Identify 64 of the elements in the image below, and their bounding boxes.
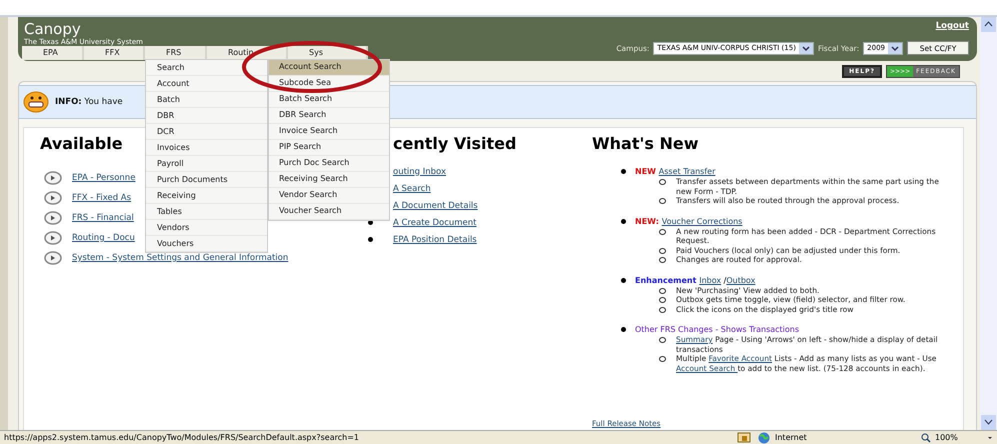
news-title: NEW: Voucher Corrections — [621, 216, 742, 226]
info-message: INFO: You have — [55, 97, 123, 107]
security-zone: Internet — [774, 433, 808, 442]
menu-item[interactable]: Search — [146, 60, 267, 76]
section-heading: cently Visited — [393, 134, 516, 154]
play-icon[interactable] — [44, 211, 62, 225]
menu-item[interactable]: Invoices — [146, 140, 267, 156]
link[interactable]: Asset Transfer — [658, 167, 716, 176]
menu-item[interactable]: Account — [146, 76, 267, 92]
play-icon[interactable] — [44, 191, 62, 205]
scrollbar[interactable] — [980, 17, 997, 430]
module-link[interactable]: EPA - Personne — [72, 173, 136, 183]
submenu-item[interactable]: Invoice Search — [269, 124, 389, 140]
news-title: Enhancement Inbox /Outbox — [621, 274, 756, 286]
submenu-item[interactable]: Vendor Search — [269, 188, 389, 204]
chevron-icon[interactable] — [798, 42, 813, 54]
link[interactable]: Inbox — [699, 276, 722, 284]
smiley-icon — [23, 91, 49, 113]
menu-item[interactable]: Tables — [146, 204, 267, 220]
play-icon[interactable] — [44, 171, 62, 185]
menu-item[interactable]: Payroll — [146, 156, 267, 172]
menu-item[interactable]: DCR — [146, 124, 267, 140]
link[interactable]: Outbox — [726, 276, 756, 284]
recent-link[interactable]: A Search — [393, 184, 431, 194]
lock-icon — [737, 432, 751, 443]
submenu-item[interactable]: Purch Doc Search — [269, 156, 389, 172]
submenu-item[interactable]: Receiving Search — [269, 172, 389, 188]
logout-link[interactable]: Logout — [936, 21, 969, 31]
menu-item[interactable]: Batch — [146, 92, 267, 108]
news-title: NEW Asset Transfer — [621, 166, 716, 177]
globe-icon — [757, 432, 771, 444]
link[interactable]: Voucher Corrections — [662, 216, 742, 226]
menu-item[interactable]: Vendors — [146, 220, 267, 236]
module-link[interactable]: Routing - Docu — [72, 233, 135, 243]
submenu-item[interactable]: Subcode Sea — [269, 76, 389, 92]
submenu-item[interactable]: PIP Search — [269, 140, 389, 156]
menu-item[interactable]: Vouchers — [146, 236, 267, 252]
nav-tab[interactable]: EPA — [22, 46, 84, 60]
app-title: Canopy — [24, 21, 82, 38]
status-url: https://apps2.system.tamus.edu/CanopyTwo/Modules/FRS/SearchDefault.aspx?search=1 — [3, 433, 360, 442]
recent-link[interactable]: outing Inbox — [393, 166, 446, 176]
menu-item[interactable]: Receiving — [146, 188, 267, 204]
chevron-icon[interactable] — [888, 42, 902, 54]
recent-link[interactable]: A Document Details — [393, 200, 478, 210]
play-icon[interactable] — [44, 251, 62, 265]
submenu-item[interactable]: Batch Search — [269, 92, 389, 108]
nav-tab[interactable]: FRS — [145, 46, 207, 60]
nav-tab[interactable]: FFX — [84, 46, 145, 60]
recent-link[interactable]: EPA Position Details — [393, 234, 477, 244]
menu-item[interactable]: Purch Documents — [146, 172, 267, 188]
menu-item[interactable]: DBR — [146, 108, 267, 124]
module-link[interactable]: FFX - Fixed As — [72, 193, 132, 203]
news-title: Other FRS Changes - Shows Transactions — [621, 324, 800, 335]
section-heading: What's New — [592, 134, 698, 154]
module-link[interactable]: FRS - Financial — [72, 213, 134, 223]
recent-link[interactable]: A Create Document — [393, 218, 476, 228]
submenu-item[interactable]: DBR Search — [269, 108, 389, 124]
submenu-item[interactable]: Voucher Search — [269, 204, 389, 220]
zoom-level[interactable]: 100% — [931, 433, 983, 442]
module-link[interactable]: System - System Settings and General Information — [72, 253, 288, 263]
zoom-icon — [921, 432, 931, 442]
play-icon[interactable] — [44, 231, 62, 245]
section-heading: Available — [40, 134, 123, 154]
submenu-item[interactable]: Account Search — [269, 60, 389, 76]
